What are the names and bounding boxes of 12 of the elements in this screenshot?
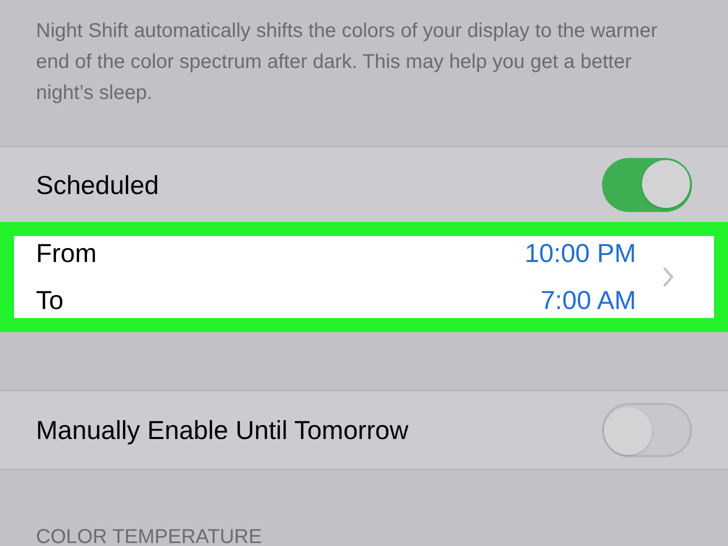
row-label: Scheduled [36,168,159,202]
from-label: From [36,237,97,270]
chevron-icon [662,266,674,288]
schedule-row[interactable]: From To 10:00 PM 7:00 AM [0,222,728,332]
description-text: Night Shift automatically shifts the colors of your display to the warmer end of the color spectrum after dark. This may help you get a better night’s sleep. [35,19,658,106]
to-time: 7:00 AM [540,284,636,317]
section-header: COLOR TEMPERATURE [36,526,262,546]
to-label: To [36,284,64,317]
from-time: 10:00 PM [524,237,636,270]
row-label: Manually Enable Until Tomorrow [36,414,408,446]
toggle-switch[interactable] [602,403,692,457]
toggle-switch[interactable] [602,158,692,212]
